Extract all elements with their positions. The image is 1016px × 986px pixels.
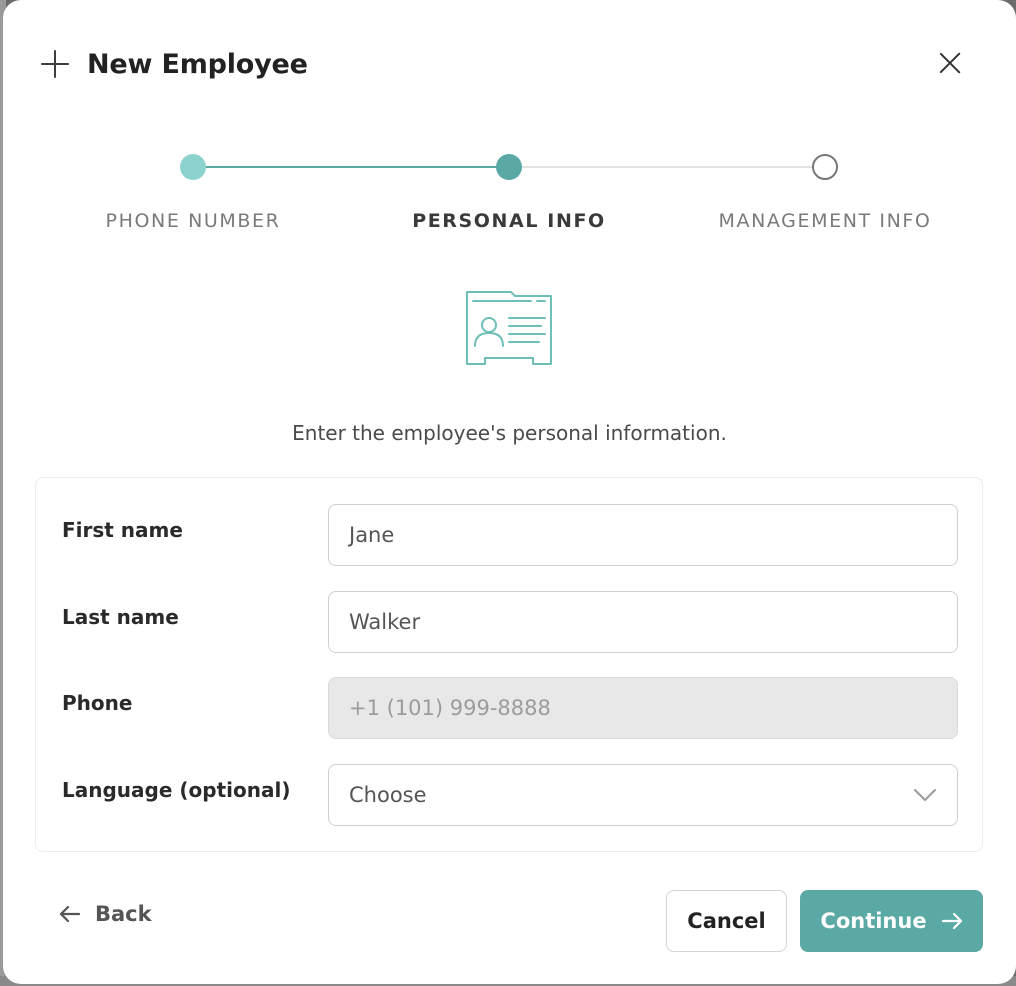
id-card-icon: [466, 291, 552, 365]
phone-input: +1 (101) 999-8888: [328, 677, 958, 739]
arrow-right-icon: [941, 912, 962, 930]
back-button[interactable]: Back: [59, 902, 152, 926]
new-employee-dialog: New Employee PHONE NUMBER PERSONAL INFO …: [3, 0, 1016, 984]
step-connector-completed: [193, 166, 509, 168]
continue-button[interactable]: Continue: [800, 890, 983, 952]
chevron-down-icon: [914, 789, 936, 801]
arrow-left-icon: [59, 905, 81, 923]
form-row-last-name: Last name Walker: [36, 591, 984, 653]
step-dot-personal-info: [496, 154, 522, 180]
step-label-phone-number: PHONE NUMBER: [105, 210, 281, 232]
step-dot-management-info: [812, 154, 838, 180]
phone-label: Phone: [62, 691, 133, 715]
step-dot-phone-number: [180, 154, 206, 180]
language-select-value: Choose: [349, 783, 427, 807]
progress-stepper: PHONE NUMBER PERSONAL INFO MANAGEMENT IN…: [3, 150, 1016, 250]
intro-text: Enter the employee's personal informatio…: [292, 421, 727, 445]
plus-icon: [39, 48, 71, 80]
first-name-label: First name: [62, 518, 183, 542]
form-row-language: Language (optional) Choose: [36, 764, 984, 826]
step-label-management-info: MANAGEMENT INFO: [718, 210, 932, 232]
form-row-phone: Phone +1 (101) 999-8888: [36, 677, 984, 739]
form-row-first-name: First name Jane: [36, 504, 984, 566]
dialog-header: New Employee: [39, 42, 308, 86]
continue-button-label: Continue: [820, 909, 927, 933]
personal-info-form: First name Jane Last name Walker Phone +…: [35, 477, 983, 852]
last-name-input[interactable]: Walker: [328, 591, 958, 653]
first-name-input[interactable]: Jane: [328, 504, 958, 566]
close-icon[interactable]: [937, 50, 963, 76]
last-name-label: Last name: [62, 605, 179, 629]
cancel-button-label: Cancel: [687, 909, 766, 933]
dialog-title: New Employee: [87, 48, 308, 80]
cancel-button[interactable]: Cancel: [666, 890, 787, 952]
language-label: Language (optional): [62, 778, 291, 802]
back-button-label: Back: [95, 902, 152, 926]
step-label-personal-info: PERSONAL INFO: [412, 210, 606, 232]
language-select[interactable]: Choose: [328, 764, 958, 826]
step-connector-pending: [509, 166, 825, 168]
